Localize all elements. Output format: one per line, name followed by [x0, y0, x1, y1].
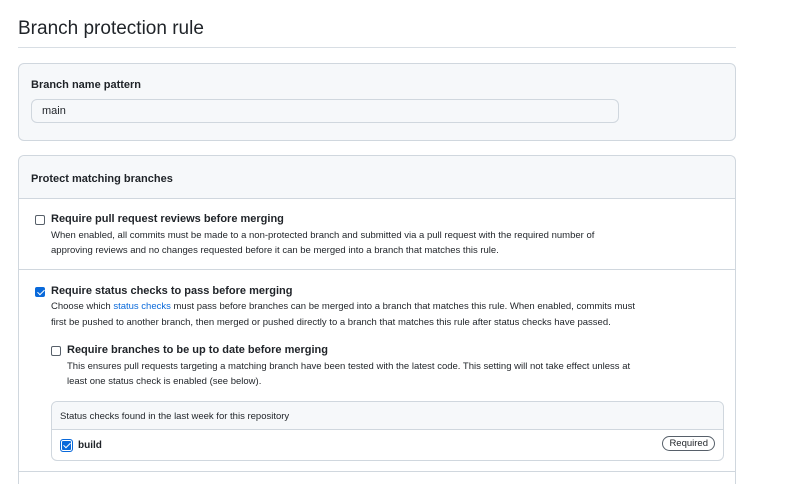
require-up-to-date-checkbox[interactable] [51, 346, 61, 356]
section-divider-bottom [19, 471, 735, 472]
status-checks-link[interactable]: status checks [113, 301, 171, 312]
require-status-checks-desc-line2: first be pushed to another branch, then … [51, 317, 611, 328]
require-pr-reviews-desc-line2: approving reviews and no changes request… [51, 245, 499, 256]
branch-name-pattern-label: Branch name pattern [31, 79, 142, 91]
required-badge: Required [662, 436, 715, 451]
protect-header-title: Protect matching branches [31, 173, 173, 185]
require-status-checks-checkbox[interactable] [35, 287, 45, 297]
status-checks-list: Status checks found in the last week for… [51, 401, 724, 461]
require-up-to-date-desc-line1: This ensures pull requests targeting a m… [67, 361, 631, 372]
protect-header: Protect matching branches [19, 156, 735, 199]
require-pr-reviews-desc-line1: When enabled, all commits must be made t… [51, 230, 595, 241]
require-pr-reviews-title[interactable]: Require pull request reviews before merg… [51, 213, 284, 225]
status-checks-desc-post: must pass before branches can be merged … [170, 301, 636, 312]
status-checks-list-header-text: Status checks found in the last week for… [60, 411, 290, 422]
status-check-row: build Required [52, 431, 723, 461]
title-divider [18, 47, 736, 48]
status-checks-desc-pre: Choose which [51, 301, 114, 312]
status-check-name[interactable]: build [78, 440, 102, 451]
require-pr-reviews-checkbox[interactable] [35, 215, 45, 225]
branch-name-pattern-input[interactable] [31, 99, 619, 123]
require-up-to-date-title[interactable]: Require branches to be up to date before… [67, 344, 328, 356]
page-title: Branch protection rule [18, 18, 204, 39]
section-divider [19, 269, 735, 270]
status-checks-list-header: Status checks found in the last week for… [52, 402, 723, 430]
require-up-to-date-desc-line2: least one status check is enabled (see b… [67, 376, 262, 387]
branch-name-pattern-panel: Branch name pattern [18, 63, 736, 141]
require-status-checks-desc-line1: Choose which status checks must pass bef… [51, 299, 635, 314]
protect-matching-branches-panel: Protect matching branches Require pull r… [18, 155, 736, 484]
build-check-checkbox[interactable] [60, 439, 73, 452]
require-status-checks-title[interactable]: Require status checks to pass before mer… [51, 285, 292, 297]
